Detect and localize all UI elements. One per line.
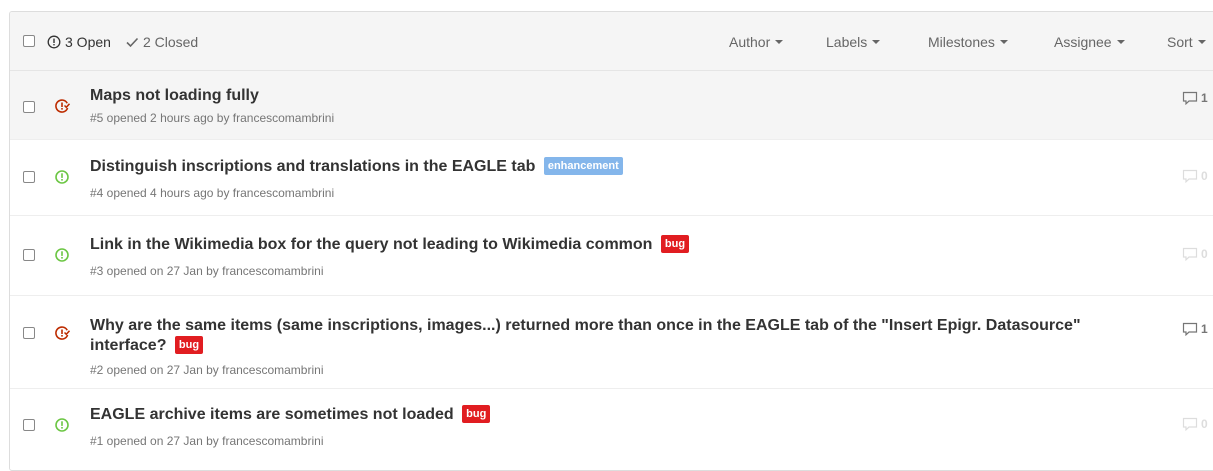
issue-title-link[interactable]: EAGLE archive items are sometimes not lo… bbox=[90, 406, 454, 423]
issue-opened-icon bbox=[55, 248, 69, 262]
issue-label-bug[interactable]: bug bbox=[660, 235, 690, 253]
issue-row: EAGLE archive items are sometimes not lo… bbox=[10, 389, 1213, 469]
comment-count[interactable]: 1 bbox=[1182, 322, 1208, 336]
caret-down-icon bbox=[1116, 39, 1125, 44]
issues-list: 3 Open 2 Closed Author Labels Milestones… bbox=[9, 11, 1213, 471]
sort-filter[interactable]: Sort bbox=[1167, 12, 1206, 71]
issues-header: 3 Open 2 Closed Author Labels Milestones… bbox=[10, 12, 1213, 71]
issue-meta: #3 opened on 27 Jan by francescomambrini bbox=[90, 264, 324, 278]
issue-row: Maps not loading fully #5 opened 2 hours… bbox=[10, 71, 1213, 140]
issue-row: Why are the same items (same inscription… bbox=[10, 296, 1213, 389]
issue-meta: #5 opened 2 hours ago by francescomambri… bbox=[90, 111, 335, 125]
filter-bar: Author Labels Milestones Assignee Sort bbox=[10, 12, 1213, 71]
labels-filter[interactable]: Labels bbox=[826, 12, 881, 71]
comment-icon bbox=[1182, 322, 1198, 336]
comment-count[interactable]: 0 bbox=[1182, 417, 1208, 431]
issue-meta: #2 opened on 27 Jan by francescomambrini bbox=[90, 363, 324, 377]
issue-closed-icon bbox=[55, 326, 70, 340]
caret-down-icon bbox=[999, 39, 1008, 44]
caret-down-icon bbox=[872, 39, 881, 44]
comment-count[interactable]: 0 bbox=[1182, 169, 1208, 183]
issue-opened-icon bbox=[55, 418, 69, 432]
comment-count[interactable]: 1 bbox=[1182, 91, 1208, 105]
comment-count[interactable]: 0 bbox=[1182, 247, 1208, 261]
caret-down-icon bbox=[1197, 39, 1206, 44]
issue-checkbox[interactable] bbox=[23, 249, 35, 261]
milestones-filter[interactable]: Milestones bbox=[928, 12, 1008, 71]
issue-title-link[interactable]: Maps not loading fully bbox=[90, 87, 259, 104]
issue-meta: #1 opened on 27 Jan by francescomambrini bbox=[90, 434, 324, 448]
issue-label-bug[interactable]: bug bbox=[462, 405, 491, 423]
caret-down-icon bbox=[775, 39, 784, 44]
comment-icon bbox=[1182, 91, 1198, 105]
author-filter[interactable]: Author bbox=[729, 12, 784, 71]
issue-title: Why are the same items (same inscription… bbox=[90, 316, 1100, 356]
assignee-filter[interactable]: Assignee bbox=[1054, 12, 1125, 71]
issue-title-link[interactable]: Why are the same items (same inscription… bbox=[90, 317, 1081, 354]
issue-checkbox[interactable] bbox=[23, 101, 35, 113]
issue-checkbox[interactable] bbox=[23, 419, 35, 431]
issue-title: EAGLE archive items are sometimes not lo… bbox=[90, 405, 1100, 425]
issue-checkbox[interactable] bbox=[23, 171, 35, 183]
comment-icon bbox=[1182, 169, 1198, 183]
issue-row: Distinguish inscriptions and translation… bbox=[10, 140, 1213, 216]
issue-meta: #4 opened 4 hours ago by francescomambri… bbox=[90, 186, 335, 200]
issue-closed-icon bbox=[55, 99, 70, 113]
issue-checkbox[interactable] bbox=[23, 327, 35, 339]
issue-title-link[interactable]: Distinguish inscriptions and translation… bbox=[90, 158, 535, 175]
issue-title: Maps not loading fully bbox=[90, 86, 1100, 106]
issue-title: Distinguish inscriptions and translation… bbox=[90, 157, 1100, 177]
issue-opened-icon bbox=[55, 170, 69, 184]
issue-title: Link in the Wikimedia box for the query … bbox=[90, 235, 1100, 255]
comment-icon bbox=[1182, 417, 1198, 431]
issue-row: Link in the Wikimedia box for the query … bbox=[10, 216, 1213, 296]
comment-icon bbox=[1182, 247, 1198, 261]
issue-title-link[interactable]: Link in the Wikimedia box for the query … bbox=[90, 236, 652, 253]
issue-label-enhancement[interactable]: enhancement bbox=[543, 157, 623, 175]
issue-label-bug[interactable]: bug bbox=[174, 336, 204, 354]
